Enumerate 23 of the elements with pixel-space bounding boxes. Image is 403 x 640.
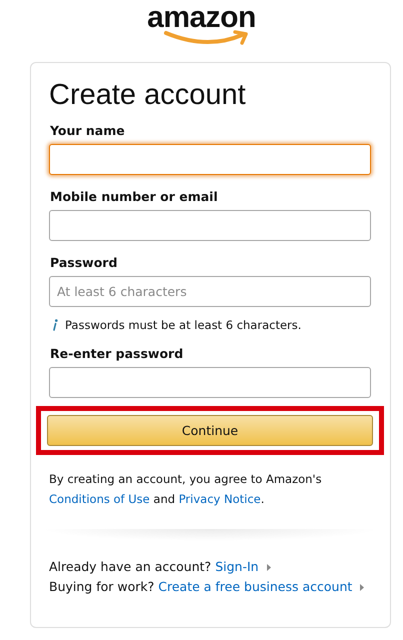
caret-icon [266, 564, 271, 570]
policy-link[interactable]: Privacy Notice [178, 492, 261, 506]
footer-link[interactable]: Create a free business account [158, 577, 352, 597]
policy-link[interactable]: Conditions of Use [49, 492, 150, 506]
field-label: Password [50, 255, 118, 270]
hint-text: Passwords must be at least 6 characters. [65, 318, 302, 332]
footer-prompt: Already have an account? [49, 558, 212, 576]
input-field[interactable] [49, 367, 371, 398]
input-field[interactable]: At least 6 characters [49, 276, 371, 307]
logo-wordmark: amazon [147, 4, 256, 32]
field-label: Re-enter password [50, 346, 184, 361]
input-field[interactable] [49, 144, 371, 175]
footer-link[interactable]: Sign-In [215, 557, 259, 577]
info-icon [52, 319, 58, 331]
field-label: Mobile number or email [50, 189, 219, 204]
input-field[interactable] [49, 210, 371, 241]
caret-icon [360, 584, 364, 590]
page-title: Create account [49, 78, 247, 113]
amazon-logo[interactable]: amazon [146, 4, 256, 58]
continue-button[interactable]: Continue [47, 415, 373, 446]
footer-prompt: Buying for work? [49, 578, 154, 596]
field-label: Your name [50, 123, 126, 138]
legal-notice: By creating an account, you agree to Amazon's Conditions of Use and Privacy Notice. [49, 471, 323, 508]
